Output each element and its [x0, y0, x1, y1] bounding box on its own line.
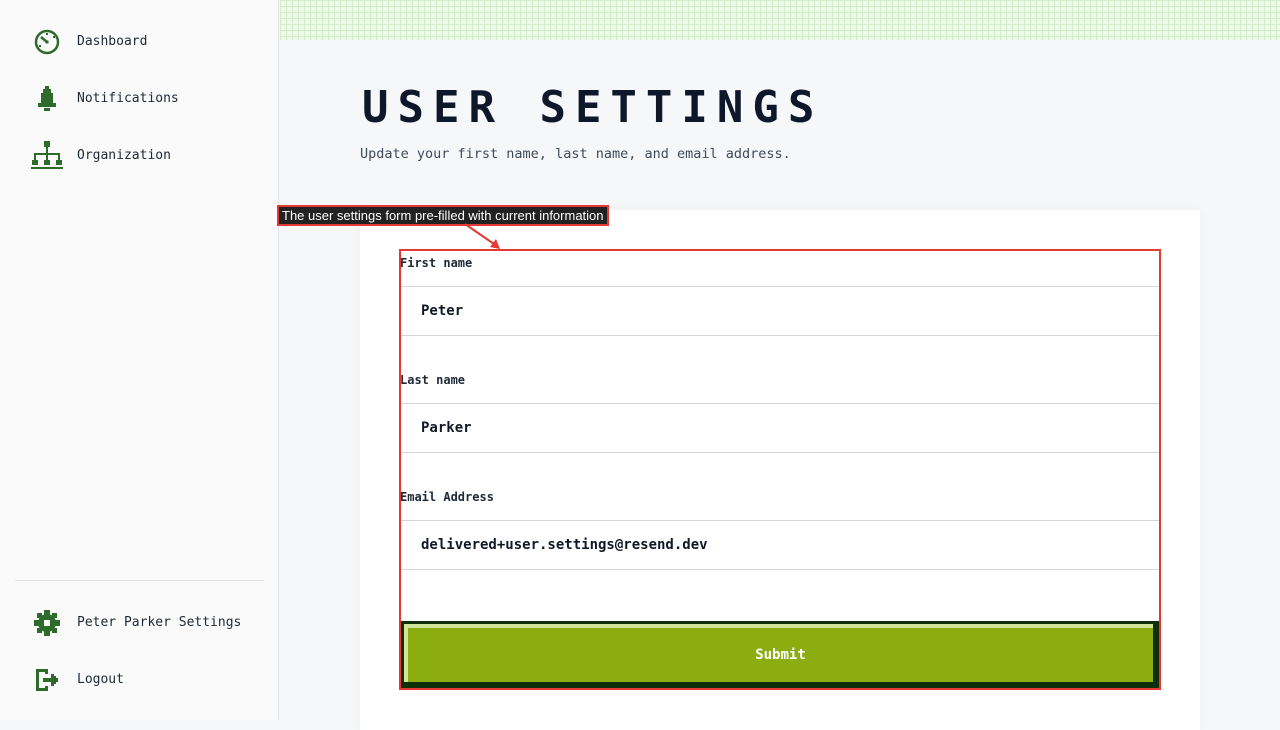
sidebar-item-label: Notifications [77, 91, 179, 106]
sidebar-divider [15, 580, 264, 581]
sidebar-item-notifications[interactable]: Notifications [30, 82, 179, 115]
sidebar-item-label: Organization [77, 148, 171, 163]
sidebar-item-label: Peter Parker Settings [77, 615, 242, 630]
form-highlight-box [399, 249, 1161, 690]
sidebar-item-label: Logout [77, 672, 124, 687]
sidebar-item-dashboard[interactable]: Dashboard [30, 25, 147, 58]
org-chart-icon [30, 139, 63, 172]
dashboard-icon [30, 25, 63, 58]
gear-icon [30, 606, 63, 639]
sidebar-item-label: Dashboard [77, 34, 148, 49]
bell-icon [30, 82, 63, 115]
logout-icon [30, 663, 63, 696]
sidebar-item-organization[interactable]: Organization [30, 139, 171, 172]
annotation-label: The user settings form pre-filled with c… [277, 205, 609, 226]
sidebar-item-logout[interactable]: Logout [30, 663, 124, 696]
sidebar-item-settings[interactable]: Peter Parker Settings [30, 606, 241, 639]
page-subtitle: Update your first name, last name, and e… [360, 146, 791, 162]
page-title: USER SETTINGS [362, 82, 824, 133]
sidebar: Dashboard Notifications Organization Pet… [0, 0, 279, 720]
annotation-arrow-icon [464, 223, 500, 249]
header-grid-strip [280, 0, 1280, 40]
